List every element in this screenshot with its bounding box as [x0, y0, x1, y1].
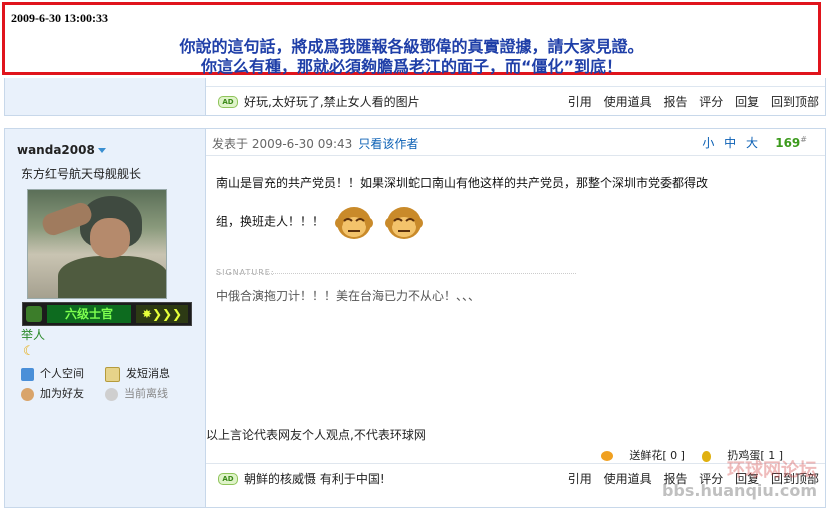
post-meta: 发表于 2009-6-30 09:43 只看该作者 [212, 135, 418, 152]
ad-link[interactable]: 好玩,太好玩了,禁止女人看的图片 [244, 95, 420, 109]
report-button[interactable]: 报告 [663, 95, 687, 109]
quote-banner: 2009-6-30 13:00:33 你說的這句話，將成爲我匯報各級鄧偉的真實證… [2, 2, 821, 76]
quote-button[interactable]: 引用 [568, 95, 592, 109]
back-to-top-button[interactable]: 回到顶部 [771, 95, 819, 109]
avatar[interactable] [27, 189, 167, 299]
signature-text: 中俄合演拖刀计！！！美在台海已力不从心！、、、 [216, 289, 481, 303]
post-actions: 引用 使用道具 报告 评分 回复 回到顶部 [560, 93, 819, 110]
user-add-icon [21, 387, 34, 401]
rank-badge: 六级士官 ✸❯❯❯ [22, 302, 192, 326]
author-only-link[interactable]: 只看该作者 [358, 137, 418, 151]
post-content: 南山是冒充的共产党员！！如果深圳蛇口南山有他这样的共产党员，那整个深圳市党委都得… [216, 169, 786, 241]
monkey-emoticon-icon [384, 207, 423, 239]
flower-icon [601, 451, 614, 461]
monkey-emoticon-icon [334, 207, 373, 239]
site-watermark-url: bbs.huanqiu.com [661, 481, 817, 500]
send-message-link[interactable]: 发短消息 [105, 365, 205, 385]
online-status: 当前离线 [105, 385, 205, 405]
signature-divider [216, 273, 576, 274]
disclaimer: 以上言论代表网友个人观点,不代表环球网 [206, 428, 426, 442]
post-text-line-1: 南山是冒充的共产党员！！如果深圳蛇口南山有他这样的共产党员，那整个深圳市党委都得… [216, 176, 709, 190]
username[interactable]: wanda2008 [17, 143, 106, 157]
previous-post-sidebar [5, 78, 206, 115]
rank-name: 六级士官 [47, 305, 131, 323]
add-friend-link[interactable]: 加为好友 [21, 385, 111, 405]
personal-space-link[interactable]: 个人空间 [21, 365, 111, 385]
shield-icon [26, 306, 42, 322]
use-item-button[interactable]: 使用道具 [604, 472, 652, 486]
post-main: 发表于 2009-6-30 09:43 只看该作者 小 中 大 169# 南山是冒… [206, 129, 825, 507]
rate-button[interactable]: 评分 [699, 95, 723, 109]
banner-line-2: 你這么有種，那就必須夠膽爲老江的面子，而“僵化”到底！ [200, 57, 623, 76]
user-offline-icon [105, 387, 118, 401]
floor-number[interactable]: 169# [775, 135, 807, 150]
quote-button[interactable]: 引用 [568, 472, 592, 486]
site-watermark: 环球网论坛 [727, 460, 817, 481]
banner-timestamp: 2009-6-30 13:00:33 [11, 11, 108, 25]
ad-icon: AD [218, 472, 238, 485]
send-flower-button[interactable]: 送鲜花[ 0 ] [601, 449, 685, 462]
user-title: 东方红号航天母舰舰长 [21, 167, 142, 181]
rank-stars-icon: ✸❯❯❯ [136, 305, 188, 323]
rank-level: 举人 [21, 328, 46, 342]
previous-post-action-bar: AD 好玩,太好玩了,禁止女人看的图片 引用 使用道具 报告 评分 回复 回到顶部 [206, 86, 825, 115]
user-sidebar: wanda2008 东方红号航天母舰舰长 六级士官 ✸❯❯❯ 举人 ☾ 个人空间… [5, 129, 206, 507]
moon-icon: ☾ [23, 344, 35, 359]
reply-button[interactable]: 回复 [735, 95, 759, 109]
home-icon [21, 367, 34, 381]
egg-icon [702, 450, 712, 462]
post-text-line-2-wrap: 组，换班走人！！！ [216, 203, 786, 241]
post-header: 发表于 2009-6-30 09:43 只看该作者 小 中 大 169# [206, 129, 825, 156]
ad-link[interactable]: 朝鲜的核威慑 有利于中国! [244, 472, 385, 486]
previous-post-footer: AD 好玩,太好玩了,禁止女人看的图片 引用 使用道具 报告 评分 回复 回到顶部 [4, 78, 826, 116]
post-text-line-2: 组，换班走人！！！ [216, 214, 325, 229]
envelope-icon [105, 366, 120, 382]
font-size-switcher[interactable]: 小 中 大 [702, 134, 761, 151]
forum-post: wanda2008 东方红号航天母舰舰长 六级士官 ✸❯❯❯ 举人 ☾ 个人空间… [4, 128, 826, 508]
post-time: 发表于 2009-6-30 09:43 [212, 137, 353, 151]
chevron-down-icon[interactable] [97, 148, 106, 153]
use-item-button[interactable]: 使用道具 [604, 95, 652, 109]
ad-icon: AD [218, 95, 238, 108]
